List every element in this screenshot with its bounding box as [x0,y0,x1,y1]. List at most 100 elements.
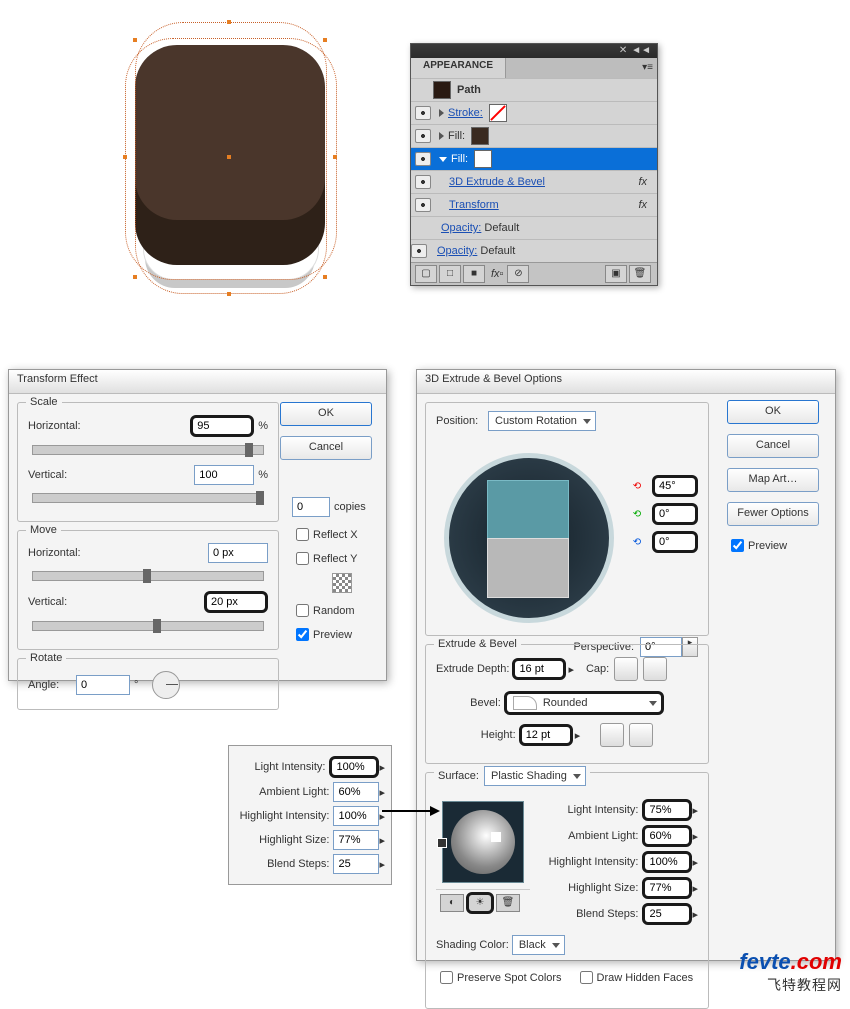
surface-select[interactable]: Plastic Shading [484,766,586,786]
transform-dialog: Transform Effect OK Cancel Scale Horizon… [8,369,387,681]
cancel-button[interactable]: Cancel [280,436,372,460]
expand-icon[interactable] [439,132,444,140]
rot-z-input[interactable] [652,531,698,553]
duplicate-icon[interactable]: ▣ [605,265,627,283]
move-legend: Move [26,524,61,536]
triangle-icon[interactable]: ◄◄ [631,44,651,58]
stroke-link[interactable]: Stroke: [448,107,483,119]
hidden-faces-checkbox[interactable] [580,971,593,984]
scale-legend: Scale [26,396,62,408]
clear-icon[interactable]: ⊘ [507,265,529,283]
preview-checkbox[interactable] [296,628,309,641]
dialog-title: Transform Effect [9,370,386,394]
cap-off-button[interactable] [643,657,667,681]
shading-color-select[interactable]: Black [512,935,565,955]
z-axis-icon: ⟲ [628,533,646,551]
ambient-input[interactable] [333,782,379,802]
light-intensity-input[interactable] [642,799,692,821]
panel-menu-icon[interactable]: ▾≡ [642,62,653,73]
extrude-legend: Extrude & Bevel [434,638,521,650]
stroke-icon[interactable]: □ [439,265,461,283]
no-stroke-icon[interactable]: ▢ [415,265,437,283]
rot-y-input[interactable] [652,503,698,525]
map-art-button[interactable]: Map Art… [727,468,819,492]
opacity-link[interactable]: Opacity: [441,222,481,234]
stepper-icon[interactable]: ▸ [575,729,581,742]
effect-transform[interactable]: Transform [449,199,499,211]
visibility-toggle[interactable] [411,244,427,258]
trash-icon[interactable]: 🗑 [496,894,520,912]
highlight-size-input[interactable] [333,830,379,850]
visibility-toggle[interactable] [415,198,431,212]
preview-checkbox[interactable] [731,539,744,552]
preserve-spot-checkbox[interactable] [440,971,453,984]
x-axis-icon: ⟲ [628,477,646,495]
appearance-panel: ◄◄ ✕ APPEARANCE ▾≡ Path Stroke: Fill: Fill… [410,43,658,286]
visibility-toggle[interactable] [415,106,431,120]
fx-icon: fx [638,199,647,211]
new-light-icon[interactable]: ☀ [466,892,494,914]
light-back-icon[interactable]: ◐ [440,894,464,912]
light-intensity-input[interactable] [329,756,379,778]
highlight-intensity-input[interactable] [642,851,692,873]
close-icon[interactable]: ✕ [619,44,627,58]
collapse-icon[interactable] [439,157,447,162]
fill-label: Fill: [448,130,465,142]
fewer-options-button[interactable]: Fewer Options [727,502,819,526]
effect-3d-extrude[interactable]: 3D Extrude & Bevel [449,176,545,188]
fill-label-selected: Fill: [451,153,468,165]
rotation-cube[interactable] [444,453,614,623]
back-light-values: Light Intensity:▸ Ambient Light:▸ Highli… [228,745,392,885]
highlight-size-input[interactable] [642,877,692,899]
scale-h-input[interactable] [190,415,254,437]
copies-input[interactable] [292,497,330,517]
move-v-input[interactable] [204,591,268,613]
random-checkbox[interactable] [296,604,309,617]
bevel-select[interactable]: Rounded [504,691,664,715]
bevel-height-input[interactable] [519,724,573,746]
expand-icon[interactable] [439,109,444,117]
add-fx-icon[interactable]: fx▫ [491,268,503,280]
fx-icon: fx [638,176,647,188]
bevel-in-button[interactable] [600,723,624,747]
cancel-button[interactable]: Cancel [727,434,819,458]
move-h-input[interactable] [208,543,268,563]
blend-steps-input[interactable] [642,903,692,925]
3d-extrude-dialog: 3D Extrude & Bevel Options OK Cancel Map… [416,369,836,961]
position-select[interactable]: Custom Rotation [488,411,596,431]
angle-input[interactable] [76,675,130,695]
depth-input[interactable] [512,658,566,680]
path-label: Path [457,84,481,96]
dialog-title: 3D Extrude & Bevel Options [417,370,835,394]
reflect-y-checkbox[interactable] [296,552,309,565]
angle-dial[interactable] [152,671,180,699]
y-axis-icon: ⟲ [628,505,646,523]
blend-steps-input[interactable] [333,854,379,874]
light-sphere[interactable] [442,801,524,883]
arrow-icon [382,810,432,812]
reflect-x-checkbox[interactable] [296,528,309,541]
rot-x-input[interactable] [652,475,698,497]
visibility-toggle[interactable] [415,152,431,166]
cap-on-button[interactable] [614,657,638,681]
highlight-intensity-input[interactable] [333,806,379,826]
stepper-icon[interactable]: ▸ [568,663,574,676]
trash-icon[interactable]: 🗑 [629,265,651,283]
fill-swatch[interactable] [474,150,492,168]
rotate-legend: Rotate [26,652,66,664]
watermark: fevte.com 飞特教程网 [739,949,842,995]
visibility-toggle[interactable] [415,175,431,189]
stroke-swatch[interactable] [489,104,507,122]
ambient-input[interactable] [642,825,692,847]
bevel-out-button[interactable] [629,723,653,747]
ok-button[interactable]: OK [280,402,372,426]
scale-v-input[interactable] [194,465,254,485]
visibility-toggle[interactable] [415,129,431,143]
icon-preview [105,0,365,325]
fill-swatch[interactable] [471,127,489,145]
ok-button[interactable]: OK [727,400,819,424]
registration-point[interactable] [332,573,352,593]
opacity-link[interactable]: Opacity: [437,245,477,257]
appearance-tab[interactable]: APPEARANCE [411,58,506,78]
fill-icon[interactable]: ■ [463,265,485,283]
